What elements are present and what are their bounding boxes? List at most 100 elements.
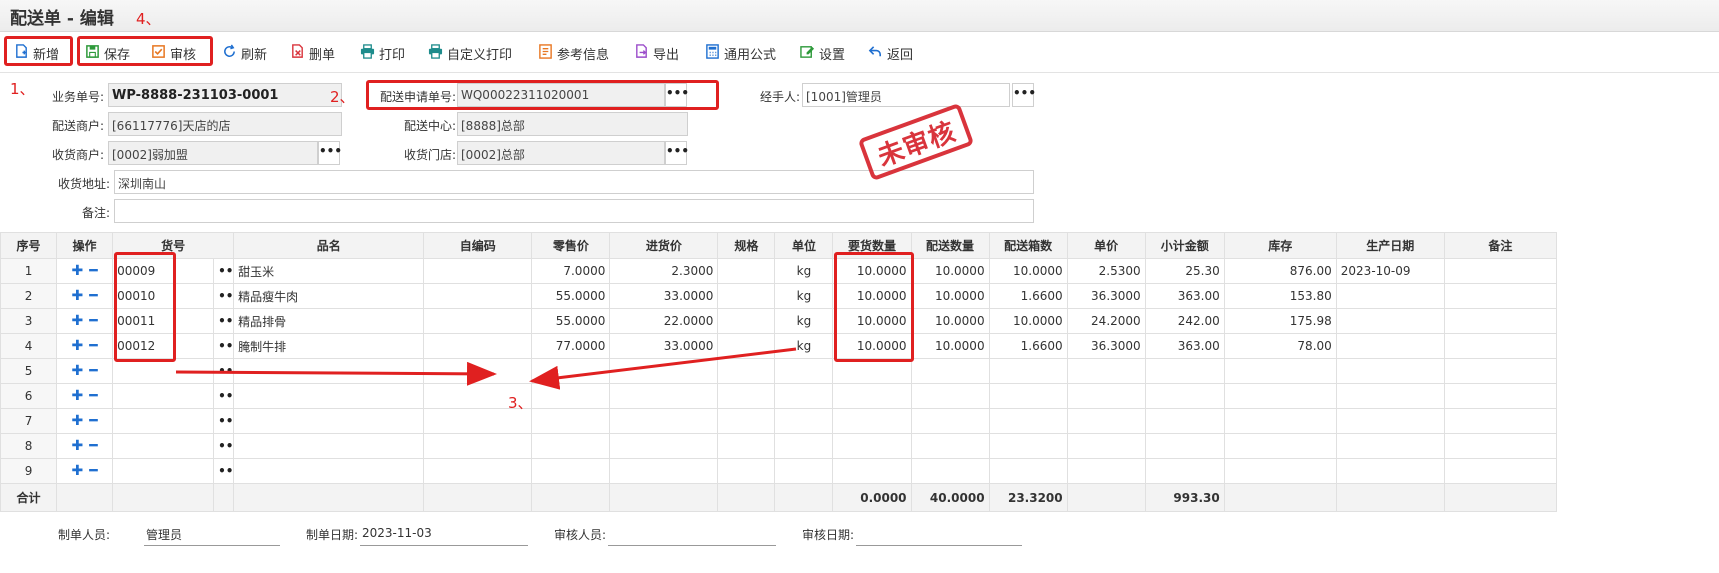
remove-row-icon[interactable]: ━ [89,264,97,278]
add-row-icon[interactable]: ✚ [71,314,83,328]
cell-req[interactable] [832,433,912,459]
toolbar-button-1[interactable]: 保存 [85,41,130,65]
cell-price[interactable] [1066,433,1146,459]
item-code-cell[interactable]: 00012 [112,333,215,359]
store-picker-button[interactable]: ••• [665,141,689,165]
cell-name[interactable] [233,383,425,409]
request-no-field[interactable]: WQ00022311020001 [457,83,665,107]
cell-req[interactable]: 10.0000 [832,308,912,334]
cell-req[interactable] [832,358,912,384]
toolbar-button-0[interactable]: 新增 [14,41,59,65]
cell-price[interactable] [1066,383,1146,409]
cell-qty[interactable]: 10.0000 [910,308,990,334]
cell-qty[interactable] [910,408,990,434]
item-code-cell[interactable]: 00009 [112,258,215,284]
item-picker-button[interactable]: ••• [213,333,235,359]
cell-note[interactable] [1443,433,1558,459]
item-code-cell[interactable] [112,383,215,409]
cell-qty[interactable]: 10.0000 [910,258,990,284]
handler-picker-button[interactable]: ••• [1012,83,1036,107]
cell-note[interactable] [1443,383,1558,409]
cell-price[interactable] [1066,408,1146,434]
cell-date[interactable] [1335,358,1445,384]
remove-row-icon[interactable]: ━ [89,464,97,478]
receiver-field[interactable]: [0002]弱加盟 [108,141,318,165]
cell-date[interactable] [1335,408,1445,434]
remove-row-icon[interactable]: ━ [89,364,97,378]
cell-self[interactable] [423,358,533,384]
cell-name[interactable]: 精品瘦牛肉 [233,283,425,309]
cell-date[interactable] [1335,333,1445,359]
store-field[interactable]: [0002]总部 [457,141,665,165]
add-row-icon[interactable]: ✚ [71,414,83,428]
cell-price[interactable]: 36.3000 [1066,333,1146,359]
add-row-icon[interactable]: ✚ [71,464,83,478]
toolbar-button-10[interactable]: 设置 [800,41,845,65]
cell-name[interactable] [233,458,425,484]
cell-qty[interactable]: 10.0000 [910,283,990,309]
cell-name[interactable]: 腌制牛排 [233,333,425,359]
cell-name[interactable] [233,358,425,384]
item-code-cell[interactable]: 00010 [112,283,215,309]
toolbar-button-3[interactable]: 刷新 [222,41,267,65]
cell-self[interactable] [423,333,533,359]
cell-name[interactable] [233,433,425,459]
cell-self[interactable] [423,258,533,284]
cell-note[interactable] [1443,283,1558,309]
doc-no-field[interactable]: WP-8888-231103-0001 [108,83,342,107]
toolbar-button-4[interactable]: 删单 [290,41,335,65]
cell-price[interactable]: 24.2000 [1066,308,1146,334]
toolbar-button-8[interactable]: 导出 [634,41,679,65]
request-no-picker-button[interactable]: ••• [665,83,689,107]
toolbar-button-2[interactable]: 审核 [151,41,196,65]
add-row-icon[interactable]: ✚ [71,264,83,278]
remove-row-icon[interactable]: ━ [89,314,97,328]
cell-date[interactable] [1335,283,1445,309]
cell-note[interactable] [1443,458,1558,484]
cell-self[interactable] [423,458,533,484]
cell-req[interactable] [832,383,912,409]
cell-qty[interactable] [910,358,990,384]
cell-price[interactable]: 2.5300 [1066,258,1146,284]
remove-row-icon[interactable]: ━ [89,414,97,428]
add-row-icon[interactable]: ✚ [71,439,83,453]
cell-date[interactable]: 2023-10-09 [1335,258,1445,284]
cell-req[interactable]: 10.0000 [832,333,912,359]
cell-self[interactable] [423,433,533,459]
toolbar-button-5[interactable]: 打印 [360,41,405,65]
cell-note[interactable] [1443,308,1558,334]
item-code-cell[interactable] [112,358,215,384]
cell-self[interactable] [423,308,533,334]
cell-qty[interactable]: 10.0000 [910,333,990,359]
remove-row-icon[interactable]: ━ [89,289,97,303]
item-code-cell[interactable]: 00011 [112,308,215,334]
remove-row-icon[interactable]: ━ [89,439,97,453]
cell-note[interactable] [1443,333,1558,359]
item-picker-button[interactable]: ••• [213,283,235,309]
toolbar-button-9[interactable]: 通用公式 [705,41,776,65]
item-picker-button[interactable]: ••• [213,433,235,459]
cell-req[interactable] [832,458,912,484]
cell-name[interactable] [233,408,425,434]
cell-req[interactable] [832,408,912,434]
remove-row-icon[interactable]: ━ [89,389,97,403]
toolbar-button-7[interactable]: 参考信息 [538,41,609,65]
receiver-picker-button[interactable]: ••• [318,141,342,165]
item-picker-button[interactable]: ••• [213,358,235,384]
cell-req[interactable]: 10.0000 [832,283,912,309]
item-picker-button[interactable]: ••• [213,458,235,484]
item-code-cell[interactable] [112,433,215,459]
add-row-icon[interactable]: ✚ [71,339,83,353]
add-row-icon[interactable]: ✚ [71,289,83,303]
item-code-cell[interactable] [112,408,215,434]
handler-field[interactable]: [1001]管理员 [802,83,1010,107]
cell-name[interactable]: 甜玉米 [233,258,425,284]
cell-price[interactable] [1066,458,1146,484]
toolbar-button-6[interactable]: 自定义打印 [428,41,512,65]
cell-date[interactable] [1335,458,1445,484]
item-picker-button[interactable]: ••• [213,408,235,434]
add-row-icon[interactable]: ✚ [71,364,83,378]
item-code-cell[interactable] [112,458,215,484]
item-picker-button[interactable]: ••• [213,258,235,284]
cell-date[interactable] [1335,308,1445,334]
